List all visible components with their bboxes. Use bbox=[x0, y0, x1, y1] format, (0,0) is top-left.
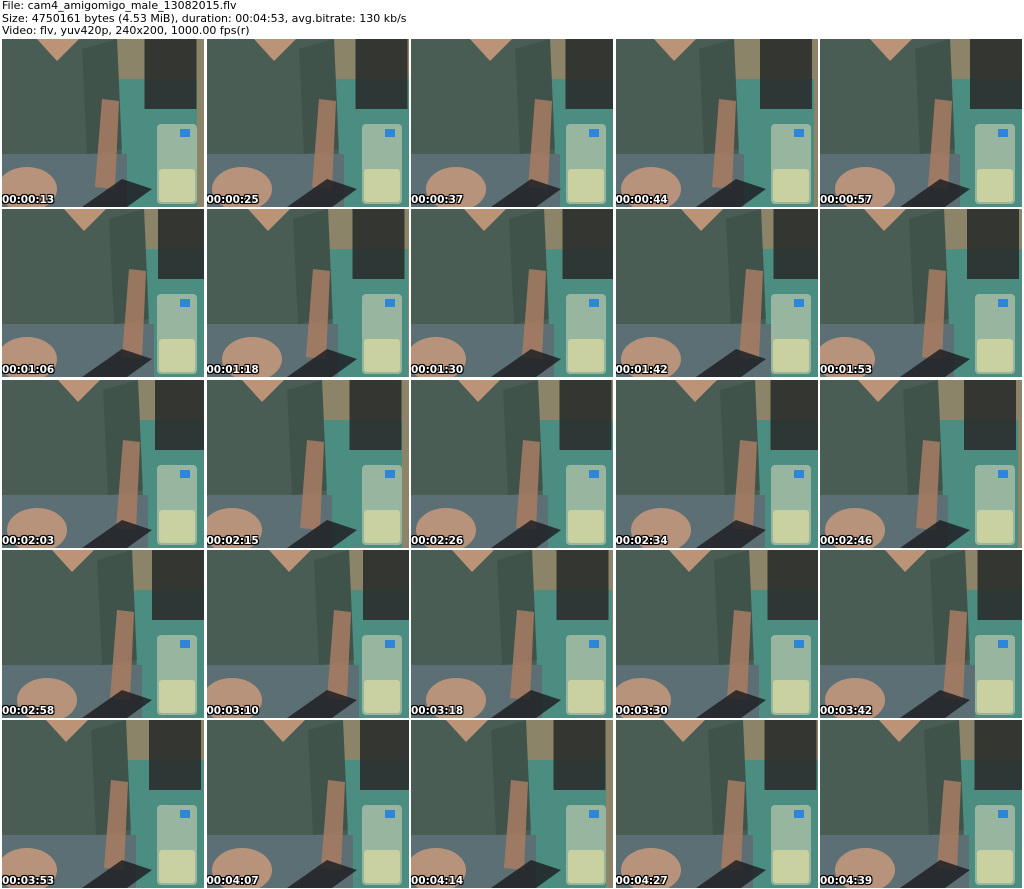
frame-image bbox=[411, 39, 613, 207]
timestamp-label: 00:04:27 bbox=[615, 875, 668, 887]
timestamp-label: 00:01:30 bbox=[411, 364, 464, 377]
file-info-header: File: cam4_amigomigo_male_13082015.flv S… bbox=[2, 0, 1022, 38]
thumbnail-grid: 00:00:13 00:00:25 00:00:37 00:00:44 00:00:57… bbox=[2, 39, 1022, 888]
timestamp-label: 00:01:42 bbox=[615, 364, 668, 377]
video-frame-thumbnail: 00:02:15 bbox=[206, 379, 409, 548]
frame-image bbox=[615, 549, 818, 718]
timestamp-label: 00:03:10 bbox=[206, 704, 259, 717]
timestamp-label: 00:02:03 bbox=[2, 534, 55, 547]
video-frame-thumbnail: 00:04:14 bbox=[411, 720, 613, 888]
video-frame-thumbnail: 00:01:06 bbox=[2, 209, 204, 378]
video-frame-thumbnail: 00:03:10 bbox=[206, 549, 409, 718]
timestamp-label: 00:03:18 bbox=[411, 704, 464, 717]
video-frame-thumbnail: 00:04:39 bbox=[820, 720, 1022, 888]
video-frame-thumbnail: 00:03:53 bbox=[2, 720, 204, 888]
video-frame-thumbnail: 00:04:07 bbox=[206, 720, 409, 888]
timestamp-label: 00:03:42 bbox=[820, 704, 873, 717]
video-frame-thumbnail: 00:01:53 bbox=[820, 209, 1022, 378]
video-frame-thumbnail: 00:00:25 bbox=[206, 39, 409, 207]
video-frame-thumbnail: 00:02:46 bbox=[820, 379, 1022, 548]
timestamp-label: 00:04:14 bbox=[411, 875, 464, 887]
video-frame-thumbnail: 00:02:34 bbox=[615, 379, 818, 548]
frame-image bbox=[2, 379, 204, 548]
frame-image bbox=[206, 379, 409, 548]
frame-image bbox=[2, 720, 204, 888]
frame-image bbox=[411, 209, 613, 378]
video-frame-thumbnail: 00:01:42 bbox=[615, 209, 818, 378]
timestamp-label: 00:00:37 bbox=[411, 194, 464, 206]
frame-image bbox=[2, 209, 204, 378]
frame-image bbox=[411, 549, 613, 718]
frame-image bbox=[615, 720, 818, 888]
timestamp-label: 00:00:57 bbox=[820, 194, 873, 206]
timestamp-label: 00:02:15 bbox=[206, 534, 259, 547]
frame-image bbox=[411, 379, 613, 548]
video-frame-thumbnail: 00:01:30 bbox=[411, 209, 613, 378]
video-frame-thumbnail: 00:00:13 bbox=[2, 39, 204, 207]
frame-image bbox=[615, 209, 818, 378]
video-frame-thumbnail: 00:03:30 bbox=[615, 549, 818, 718]
timestamp-label: 00:02:46 bbox=[820, 534, 873, 547]
video-frame-thumbnail: 00:01:18 bbox=[206, 209, 409, 378]
video-frame-thumbnail: 00:03:18 bbox=[411, 549, 613, 718]
frame-image bbox=[820, 379, 1022, 548]
video-frame-thumbnail: 00:02:58 bbox=[2, 549, 204, 718]
video-frame-thumbnail: 00:00:37 bbox=[411, 39, 613, 207]
video-frame-thumbnail: 00:02:26 bbox=[411, 379, 613, 548]
timestamp-label: 00:01:06 bbox=[2, 364, 55, 377]
frame-image bbox=[615, 379, 818, 548]
frame-image bbox=[206, 549, 409, 718]
video-frame-thumbnail: 00:02:03 bbox=[2, 379, 204, 548]
timestamp-label: 00:00:44 bbox=[615, 194, 668, 206]
frame-image bbox=[820, 209, 1022, 378]
video-info-line: Video: flv, yuv420p, 240x200, 1000.00 fp… bbox=[2, 24, 250, 37]
frame-image bbox=[206, 720, 409, 888]
timestamp-label: 00:00:25 bbox=[206, 194, 259, 206]
timestamp-label: 00:04:07 bbox=[206, 875, 259, 887]
timestamp-label: 00:04:39 bbox=[820, 875, 873, 887]
frame-image bbox=[206, 39, 409, 207]
video-frame-thumbnail: 00:03:42 bbox=[820, 549, 1022, 718]
timestamp-label: 00:02:58 bbox=[2, 704, 55, 717]
timestamp-label: 00:01:53 bbox=[820, 364, 873, 377]
video-frame-thumbnail: 00:04:27 bbox=[615, 720, 818, 888]
timestamp-label: 00:02:26 bbox=[411, 534, 464, 547]
timestamp-label: 00:02:34 bbox=[615, 534, 668, 547]
video-frame-thumbnail: 00:00:57 bbox=[820, 39, 1022, 207]
file-name-line: File: cam4_amigomigo_male_13082015.flv bbox=[2, 0, 237, 12]
frame-image bbox=[206, 209, 409, 378]
timestamp-label: 00:03:30 bbox=[615, 704, 668, 717]
timestamp-label: 00:01:18 bbox=[206, 364, 259, 377]
frame-image bbox=[2, 39, 204, 207]
frame-image bbox=[820, 39, 1022, 207]
frame-image bbox=[615, 39, 818, 207]
frame-image bbox=[2, 549, 204, 718]
frame-image bbox=[820, 549, 1022, 718]
timestamp-label: 00:03:53 bbox=[2, 875, 55, 887]
timestamp-label: 00:00:13 bbox=[2, 194, 55, 206]
frame-image bbox=[411, 720, 613, 888]
video-frame-thumbnail: 00:00:44 bbox=[615, 39, 818, 207]
frame-image bbox=[820, 720, 1022, 888]
